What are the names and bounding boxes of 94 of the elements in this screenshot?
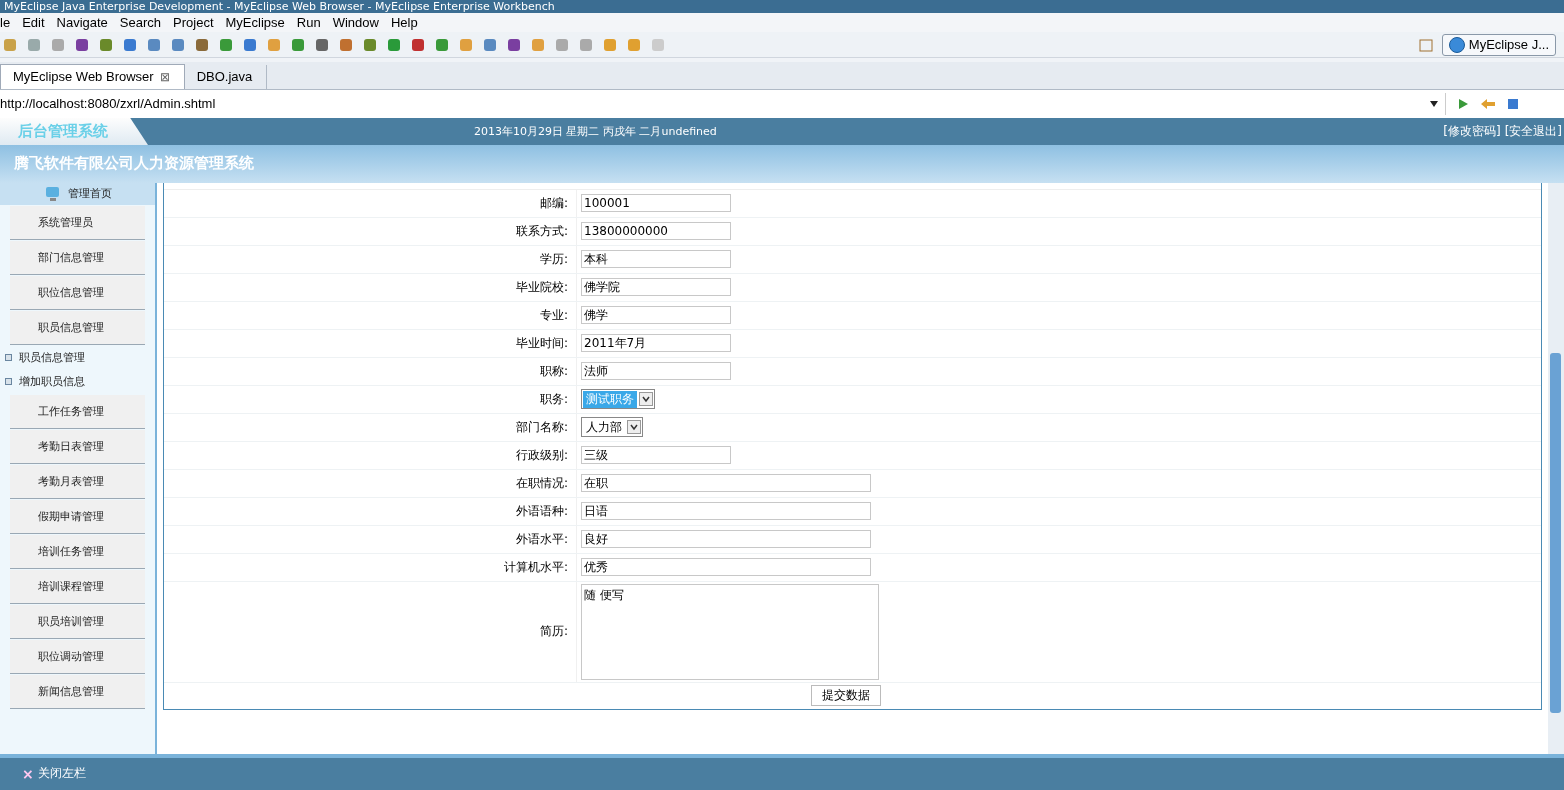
text-field[interactable]: 三级 — [581, 446, 731, 465]
toolbar-icon[interactable] — [290, 36, 306, 53]
text-field[interactable]: 2011年7月 — [581, 334, 731, 353]
menu-item[interactable]: Search — [119, 15, 169, 31]
sidebar-item[interactable]: 职位调动管理 — [10, 640, 145, 674]
sidebar-item[interactable]: 职员培训管理 — [10, 605, 145, 639]
field-label: 计算机水平: — [502, 559, 569, 576]
field-label: 学历: — [538, 251, 569, 268]
field-label: 部门名称: — [514, 419, 569, 436]
toolbar-icon[interactable] — [242, 36, 258, 53]
menu-item[interactable]: Run — [296, 15, 328, 31]
bullet-icon — [5, 354, 12, 362]
menu-item[interactable]: Window — [332, 15, 386, 31]
sidebar-link[interactable]: 职员信息管理 — [19, 350, 85, 366]
submit-button[interactable]: 提交数据 — [811, 685, 881, 707]
scrollbar[interactable] — [1548, 183, 1564, 754]
editor-tab[interactable]: MyEclipse Web Browser ⊠ — [0, 63, 185, 89]
text-field[interactable]: 良好 — [581, 530, 871, 549]
text-field[interactable]: 100001 — [581, 194, 731, 213]
sidebar-item[interactable]: 培训任务管理 — [10, 535, 145, 569]
computer-icon — [43, 186, 62, 202]
field-label: 专业: — [538, 307, 569, 324]
toolbar-icon[interactable] — [74, 36, 90, 53]
menu-item[interactable]: Edit — [22, 15, 52, 31]
field-label: 职务: — [538, 391, 569, 408]
scrollbar-thumb[interactable] — [1550, 353, 1561, 713]
toolbar-icon[interactable] — [122, 36, 138, 53]
window-title: MyEclipse Java Enterprise Development - MyEclipse Web Browser - MyEclipse Enterprise Workbench — [3, 0, 556, 14]
toolbar-icon[interactable] — [506, 36, 522, 53]
close-sidebar-link[interactable]: 关闭左栏 — [37, 765, 86, 783]
text-field[interactable]: 本科 — [581, 250, 731, 269]
editor-tab[interactable]: DBO.java — [184, 64, 268, 89]
toolbar-icon[interactable] — [314, 36, 330, 53]
sidebar-item[interactable]: 新闻信息管理 — [10, 675, 145, 709]
field-label: 毕业院校: — [514, 279, 569, 296]
close-icon[interactable]: ⊠ — [159, 69, 170, 84]
sidebar-item[interactable]: 职员信息管理 — [10, 311, 145, 345]
toolbar-icon[interactable] — [146, 36, 162, 53]
text-field[interactable]: 优秀 — [581, 558, 871, 577]
logo: 后台管理系统 — [0, 118, 148, 145]
chevron-down-icon — [639, 392, 653, 407]
toolbar-icon[interactable] — [434, 36, 450, 53]
sidebar-item[interactable]: 职位信息管理 — [10, 276, 145, 310]
toolbar-icon[interactable] — [362, 36, 378, 53]
toolbar-icon[interactable] — [170, 36, 186, 53]
sidebar-item[interactable]: 考勤月表管理 — [10, 465, 145, 499]
toolbar-icon[interactable] — [410, 36, 426, 53]
header-link[interactable]: [修改密码] — [1443, 123, 1501, 140]
toolbar-icon[interactable] — [338, 36, 354, 53]
toolbar-icon[interactable] — [482, 36, 498, 53]
sidebar-item[interactable]: 考勤日表管理 — [10, 430, 145, 464]
toolbar-icon[interactable] — [98, 36, 114, 53]
dropdown[interactable]: 人力部 — [581, 417, 643, 438]
text-field[interactable]: 佛学 — [581, 306, 731, 325]
sidebar-item[interactable]: 部门信息管理 — [10, 241, 145, 275]
field-label: 在职情况: — [514, 475, 569, 492]
toolbar-icon[interactable] — [218, 36, 234, 53]
caret-down-icon[interactable] — [1429, 99, 1439, 108]
sidebar-item[interactable]: 培训课程管理 — [10, 570, 145, 604]
sidebar-item[interactable]: 假期申请管理 — [10, 500, 145, 534]
sidebar-link[interactable]: 增加职员信息 — [19, 374, 85, 390]
field-label: 行政级别: — [514, 447, 569, 464]
menu-item[interactable]: Project — [173, 15, 221, 31]
sidebar-item[interactable]: 工作任务管理 — [10, 395, 145, 429]
chevron-down-icon — [627, 420, 641, 435]
field-label: 外语语种: — [514, 503, 569, 520]
text-area[interactable]: 随 便写 — [581, 584, 879, 680]
field-label: 邮编: — [538, 195, 569, 212]
text-field[interactable]: 日语 — [581, 502, 871, 521]
menu-item[interactable]: MyEclipse — [225, 15, 292, 31]
back-icon[interactable] — [1480, 96, 1496, 111]
text-field[interactable]: 法师 — [581, 362, 731, 381]
stop-icon[interactable] — [1506, 96, 1520, 111]
menu-item[interactable]: le — [0, 15, 18, 31]
toolbar-icon[interactable] — [194, 36, 210, 53]
go-icon[interactable] — [1456, 96, 1470, 111]
field-label: 联系方式: — [514, 223, 569, 240]
bullet-icon — [5, 378, 12, 386]
perspective-button[interactable]: MyEclipse J... — [1441, 33, 1556, 56]
date-text: 2013年10月29日 星期二 丙戌年 二月undefined — [474, 124, 717, 139]
text-field[interactable]: 13800000000 — [581, 222, 731, 241]
open-perspective-icon[interactable] — [1417, 36, 1434, 53]
text-field[interactable]: 在职 — [581, 474, 871, 493]
menu-item[interactable]: Help — [390, 15, 425, 31]
field-label: 职称: — [538, 363, 569, 380]
sidebar-item[interactable]: 系统管理员 — [10, 206, 145, 240]
menu-item[interactable]: Navigate — [56, 15, 115, 31]
header-link[interactable]: [安全退出] — [1504, 123, 1562, 140]
toolbar-icon[interactable] — [386, 36, 402, 53]
text-field[interactable]: 佛学院 — [581, 278, 731, 297]
field-label: 外语水平: — [514, 531, 569, 548]
system-title: 腾飞软件有限公司人力资源管理系统 — [13, 154, 254, 174]
field-label: 简历: — [538, 623, 569, 641]
field-label: 毕业时间: — [514, 335, 569, 352]
